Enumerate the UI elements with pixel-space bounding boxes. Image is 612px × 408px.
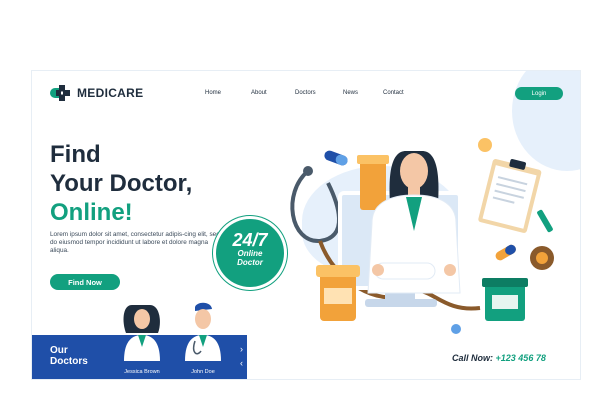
brand-logo[interactable]: MEDICARE [50,85,143,101]
nav-contact[interactable]: Contact [383,90,404,96]
phone-number[interactable]: +123 456 78 [496,353,546,363]
nav-about[interactable]: About [251,90,267,96]
nav-news[interactable]: News [343,90,358,96]
syringe-icon [537,209,553,233]
badge-line-2: Doctor [237,258,263,267]
doctor-card[interactable]: John Doe [175,301,231,377]
online-doctor-badge: 24/7 Online Doctor [216,219,284,287]
login-button[interactable]: Login [515,87,563,100]
cross-logo-icon [50,85,72,101]
hero-title-line-3: Online! [50,199,133,226]
badge-line-1: Online [237,249,263,258]
our-doctors-title-line-1: Our [50,345,68,356]
nav-home[interactable]: Home [205,90,221,96]
nav-doctors[interactable]: Doctors [295,90,316,96]
call-now-label: Call Now: [452,353,494,363]
doctor-name: Jessica Brown [124,369,160,375]
chevron-left-icon[interactable]: ‹ [240,359,243,368]
hero-title-line-1: Find [50,141,101,168]
landing-page-frame: MEDICARE Home About Doctors News Contact… [32,71,580,379]
female-doctor-avatar [123,305,160,361]
clipboard-icon [478,159,542,233]
hero-description: Lorem ipsum dolor sit amet, consectetur … [50,231,220,254]
doctor-name: John Doe [191,369,215,375]
find-now-button[interactable]: Find Now [50,274,120,290]
badge-hours: 24/7 [232,230,268,250]
hero-title-line-2: Your Doctor, [50,170,193,197]
chevron-right-icon[interactable]: › [240,345,243,354]
stethoscope-icon [290,169,341,244]
call-now: Call Now: +123 456 78 [452,353,546,363]
our-doctors-title: Our Doctors [50,345,88,367]
doctor-illustration [280,123,570,338]
our-doctors-title-line-2: Doctors [50,356,88,367]
doctor-card[interactable]: Jessica Brown [114,301,170,377]
brand-name: MEDICARE [77,86,144,100]
our-doctors-panel: Our Doctors Jessica Brown John Doe › ‹ [32,302,247,379]
male-doctor-avatar [185,302,221,361]
